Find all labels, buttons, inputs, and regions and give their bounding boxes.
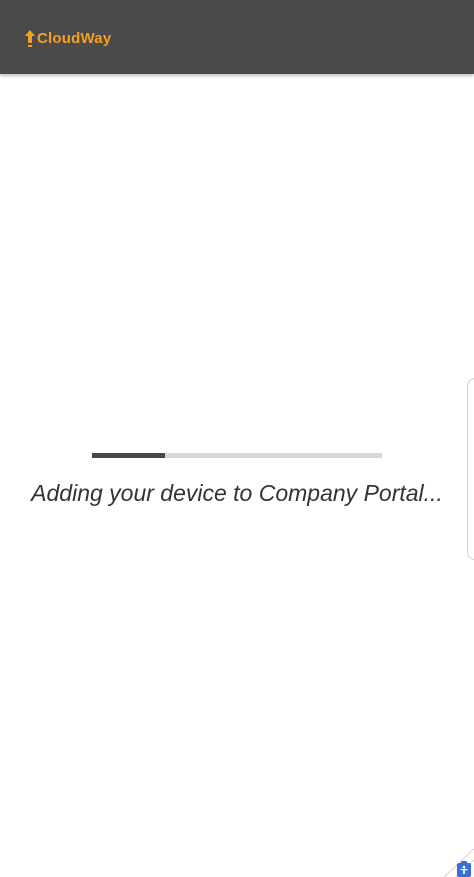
enrollment-screen: CloudWay Adding your device to Company P… <box>0 0 474 877</box>
enrollment-progress-bar <box>92 453 382 458</box>
brand-logo: CloudWay <box>24 28 111 48</box>
cloudway-logo-icon <box>25 29 35 47</box>
enrollment-progress-fill <box>92 453 165 458</box>
edge-panel-handle[interactable] <box>467 378 474 560</box>
brand-name: CloudWay <box>37 29 112 47</box>
enrollment-status-text: Adding your device to Company Portal... <box>31 480 443 506</box>
accessibility-icon[interactable] <box>457 861 471 877</box>
app-header: CloudWay <box>0 0 474 74</box>
